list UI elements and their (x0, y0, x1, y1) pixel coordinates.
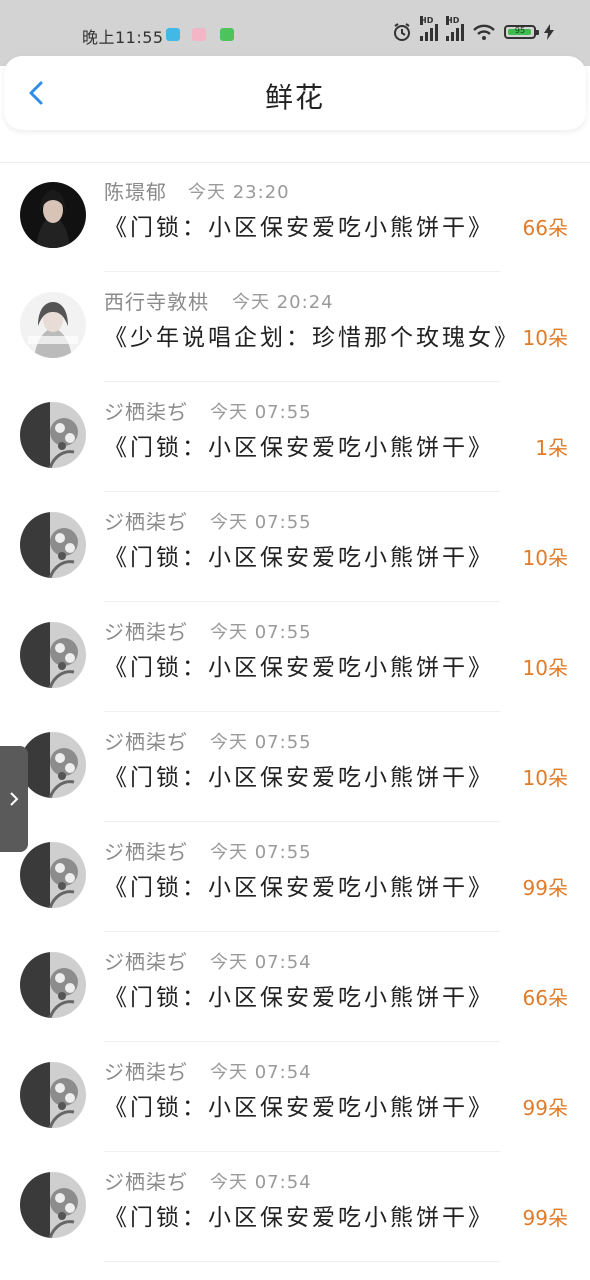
sent-time: 今天 07:55 (210, 402, 312, 423)
sender-name[interactable]: 西行寺敦栱 (104, 286, 209, 315)
row-divider (104, 1261, 500, 1262)
app-green-icon (220, 28, 234, 41)
list-item[interactable]: 陈璟郁 今天 23:20 《门锁：小区保安爱吃小熊饼干》 66朵 (0, 162, 590, 272)
flower-count: 10朵 (522, 546, 568, 570)
flower-count: 66朵 (522, 216, 568, 240)
app-pink-icon (192, 28, 206, 41)
flower-count: 99朵 (522, 1096, 568, 1120)
book-title[interactable]: 《门锁：小区保安爱吃小熊饼干》 (104, 1088, 494, 1122)
signal-2-icon: HD (446, 16, 464, 41)
list-item[interactable]: ジ栖柒ぢ 今天 07:55 《门锁：小区保安爱吃小熊饼干》 10朵 (0, 602, 590, 712)
avatar[interactable] (20, 732, 86, 798)
avatar[interactable] (20, 842, 86, 908)
list-item[interactable]: ジ栖柒ぢ 今天 07:54 《门锁：小区保安爱吃小熊饼干》 99朵 (0, 1042, 590, 1152)
app-blue-icon (166, 28, 180, 41)
sender-name[interactable]: ジ栖柒ぢ (104, 1056, 188, 1085)
flower-count: 10朵 (522, 766, 568, 790)
book-title[interactable]: 《门锁：小区保安爱吃小熊饼干》 (104, 758, 494, 792)
avatar[interactable] (20, 512, 86, 578)
alarm-icon (394, 23, 410, 41)
avatar[interactable] (20, 182, 86, 248)
battery-icon: 95 (504, 25, 539, 39)
book-title[interactable]: 《门锁：小区保安爱吃小熊饼干》 (104, 978, 494, 1012)
sent-time: 今天 23:20 (188, 182, 290, 203)
sent-time: 今天 07:54 (210, 1172, 312, 1193)
list-item[interactable]: ジ栖柒ぢ 今天 07:55 《门锁：小区保安爱吃小熊饼干》 1朵 (0, 382, 590, 492)
navigation-bar: 鲜花 (4, 56, 586, 130)
wifi-icon (473, 24, 495, 40)
sent-time: 今天 07:54 (210, 1062, 312, 1083)
sender-name[interactable]: 陈璟郁 (104, 176, 167, 205)
status-indicators: HD HD 95 (392, 16, 554, 42)
flower-count: 10朵 (522, 656, 568, 680)
book-title[interactable]: 《门锁：小区保安爱吃小熊饼干》 (104, 538, 494, 572)
flower-count: 99朵 (522, 876, 568, 900)
book-title[interactable]: 《门锁：小区保安爱吃小熊饼干》 (104, 868, 494, 902)
flower-count: 66朵 (522, 986, 568, 1010)
chevron-right-icon (10, 792, 19, 806)
list-item[interactable]: ジ栖柒ぢ 今天 07:55 《门锁：小区保安爱吃小熊饼干》 99朵 (0, 822, 590, 932)
sender-name[interactable]: ジ栖柒ぢ (104, 1166, 188, 1195)
signal-1-icon: HD (420, 16, 438, 41)
book-title[interactable]: 《门锁：小区保安爱吃小熊饼干》 (104, 428, 494, 462)
sender-name[interactable]: ジ栖柒ぢ (104, 726, 188, 755)
book-title[interactable]: 《门锁：小区保安爱吃小熊饼干》 (104, 1198, 494, 1232)
sent-time: 今天 07:55 (210, 622, 312, 643)
list-item[interactable]: ジ栖柒ぢ 今天 07:55 《门锁：小区保安爱吃小熊饼干》 10朵 (0, 492, 590, 602)
flower-count: 1朵 (535, 436, 568, 460)
sent-time: 今天 07:54 (210, 952, 312, 973)
avatar[interactable] (20, 1172, 86, 1238)
list-item[interactable]: 西行寺敦栱 今天 20:24 《少年说唱企划：珍惜那个玫瑰女》 10朵 (0, 272, 590, 382)
sent-time: 今天 07:55 (210, 512, 312, 533)
sent-time: 今天 07:55 (210, 732, 312, 753)
list-item[interactable]: ジ栖柒ぢ 今天 07:55 《门锁：小区保安爱吃小熊饼干》 10朵 (0, 712, 590, 822)
side-drawer-tab[interactable] (0, 746, 28, 852)
flower-count: 99朵 (522, 1206, 568, 1230)
book-title[interactable]: 《门锁：小区保安爱吃小熊饼干》 (104, 208, 494, 242)
sent-time: 今天 20:24 (232, 292, 334, 313)
list-item[interactable]: ジ栖柒ぢ 今天 07:54 《门锁：小区保安爱吃小熊饼干》 99朵 (0, 1152, 590, 1262)
flower-count: 10朵 (522, 326, 568, 350)
list-item[interactable]: ジ栖柒ぢ 今天 07:54 《门锁：小区保安爱吃小熊饼干》 66朵 (0, 932, 590, 1042)
avatar[interactable] (20, 622, 86, 688)
avatar[interactable] (20, 1062, 86, 1128)
page-title: 鲜花 (264, 81, 325, 114)
charging-icon (544, 24, 554, 40)
avatar[interactable] (20, 402, 86, 468)
sender-name[interactable]: ジ栖柒ぢ (104, 506, 188, 535)
avatar[interactable] (20, 952, 86, 1018)
avatar[interactable] (20, 292, 86, 358)
sender-name[interactable]: ジ栖柒ぢ (104, 396, 188, 425)
status-time: 晚上11:55 (82, 28, 164, 47)
book-title[interactable]: 《少年说唱企划：珍惜那个玫瑰女》 (104, 318, 520, 352)
sender-name[interactable]: ジ栖柒ぢ (104, 946, 188, 975)
sender-name[interactable]: ジ栖柒ぢ (104, 836, 188, 865)
sender-name[interactable]: ジ栖柒ぢ (104, 616, 188, 645)
book-title[interactable]: 《门锁：小区保安爱吃小熊饼干》 (104, 648, 494, 682)
sent-time: 今天 07:55 (210, 842, 312, 863)
